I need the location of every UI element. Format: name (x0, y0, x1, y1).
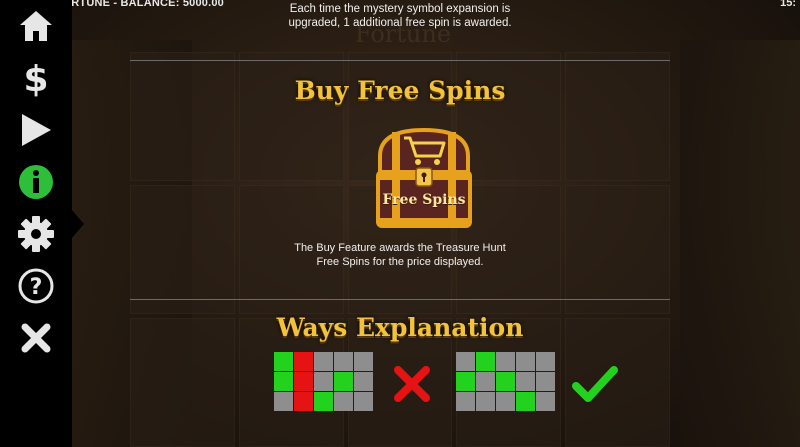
ways-valid-example-grid (456, 352, 555, 411)
mystery-text-line-1: Each time the mystery symbol expansion i… (289, 3, 511, 15)
close-button[interactable] (0, 312, 72, 364)
ways-grid-cell (476, 372, 495, 391)
ways-grid-cell (536, 372, 555, 391)
chest-label: Free Spins (382, 192, 466, 208)
ways-grid-cell (334, 372, 353, 391)
ways-grid-cell (274, 392, 293, 411)
ways-grid-cell (536, 352, 555, 371)
play-icon (22, 114, 51, 146)
ways-grid-cell (476, 392, 495, 411)
buy-free-spins-title: Buy Free Spins (294, 76, 506, 105)
ways-grid-cell (516, 352, 535, 371)
ways-grid-cell (516, 372, 535, 391)
ways-grid-cell (354, 352, 373, 371)
ways-grid-cell (516, 392, 535, 411)
ways-grid-cell (496, 372, 515, 391)
ways-grid-cell (496, 352, 515, 371)
section-divider (130, 60, 670, 61)
ways-grid-cell (334, 392, 353, 411)
mystery-text-line-2: upgraded, 1 additional free spin is awar… (288, 17, 512, 29)
help-icon: ? (18, 268, 54, 304)
ways-examples (274, 352, 624, 412)
buy-text-line-2: Free Spins for the price displayed. (316, 256, 484, 268)
play-button[interactable] (0, 104, 72, 156)
treasure-chest-icon (376, 127, 472, 228)
ways-grid-cell (496, 392, 515, 411)
ways-grid-cell (274, 352, 293, 371)
dollar-icon: $ (23, 59, 48, 98)
help-button[interactable]: ? (0, 260, 72, 312)
ways-grid-cell (456, 392, 475, 411)
svg-text:$: $ (23, 59, 48, 98)
ways-grid-cell (314, 372, 333, 391)
clock: 15: (780, 0, 796, 9)
sidebar-menu: $ ? (0, 0, 72, 447)
ship-right-decor (680, 40, 800, 447)
ways-invalid-example-grid (274, 352, 373, 411)
ways-grid-cell (536, 392, 555, 411)
ways-grid-cell (314, 352, 333, 371)
buy-feature-description: The Buy Feature awards the Treasure Hunt… (130, 241, 670, 269)
ways-grid-cell (456, 372, 475, 391)
ways-grid-cell (294, 372, 313, 391)
ways-grid-cell (476, 352, 495, 371)
mystery-expansion-text: Each time the mystery symbol expansion i… (130, 2, 670, 30)
info-panel: Each time the mystery symbol expansion i… (130, 0, 670, 447)
ways-grid-cell (456, 352, 475, 371)
info-icon (19, 165, 53, 199)
ways-grid-cell (354, 372, 373, 391)
svg-text:?: ? (30, 275, 43, 300)
info-button[interactable] (0, 156, 72, 208)
ways-grid-cell (274, 372, 293, 391)
home-icon (20, 11, 52, 41)
settings-button[interactable] (0, 208, 72, 260)
checkmark-icon (572, 366, 618, 402)
section-divider (130, 299, 670, 300)
active-menu-pointer (72, 210, 84, 238)
cross-icon (394, 366, 430, 402)
home-button[interactable] (0, 0, 72, 52)
ways-explanation-title: Ways Explanation (276, 313, 524, 342)
paytable-button[interactable]: $ (0, 52, 72, 104)
treasure-chest-image: Free Spins (374, 126, 474, 230)
ways-grid-cell (354, 392, 373, 411)
close-icon (21, 323, 51, 353)
ways-grid-cell (294, 352, 313, 371)
ways-grid-cell (294, 392, 313, 411)
ways-grid-cell (334, 352, 353, 371)
gear-icon (18, 216, 54, 252)
ways-grid-cell (314, 392, 333, 411)
buy-text-line-1: The Buy Feature awards the Treasure Hunt (294, 242, 506, 254)
